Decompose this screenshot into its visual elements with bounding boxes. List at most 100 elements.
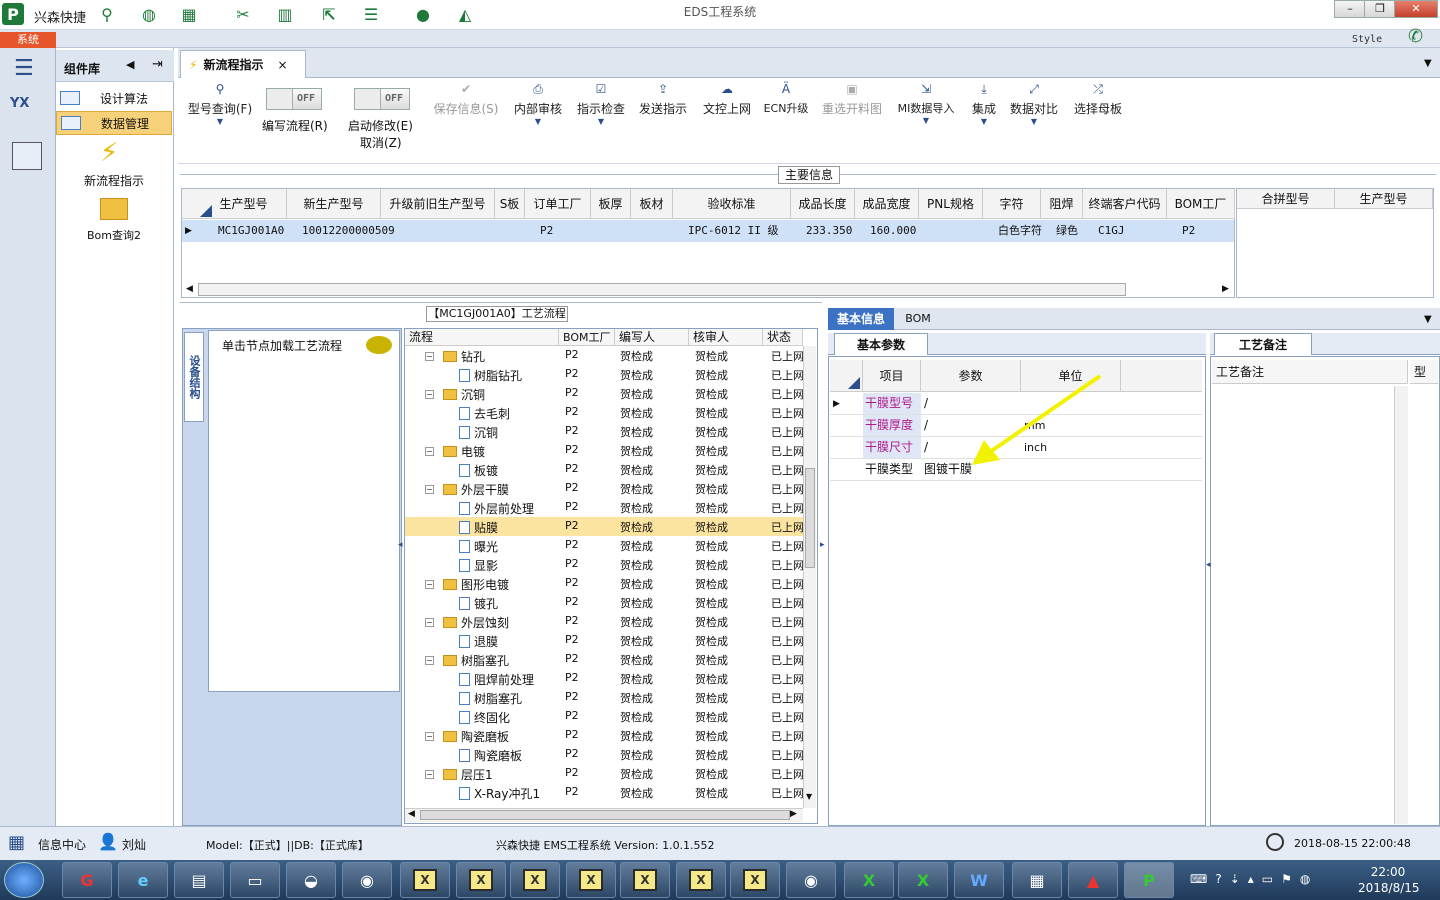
tab-process-memo[interactable]: 工艺备注 [1214,333,1312,355]
internal-review-button[interactable]: ⎙ 内部审核 ▼ [510,82,566,135]
splitter-handle[interactable]: ◂ [1206,560,1211,570]
calculator-icon[interactable]: ▦ [1012,862,1062,898]
network-icon[interactable]: ◉ [342,862,392,898]
tree-node[interactable]: 电镀 [443,443,485,460]
tree-node[interactable]: 沉铜 [443,386,485,403]
bom-query-label[interactable]: Bom查询2 [56,227,172,243]
integrate-button[interactable]: ⤓ 集成 ▼ [968,82,1000,135]
tree-node[interactable]: 贴膜 [459,519,498,536]
eds-app-icon[interactable]: P [1124,862,1174,898]
vertical-scrollbar[interactable] [1394,386,1408,824]
tree-row[interactable]: − 图形电镀 P2 贺检成 贺检成 已上网 [405,574,803,593]
scroll-left-icon[interactable]: ◀ [408,809,415,819]
collapse-icon[interactable]: − [425,732,434,741]
tab-dropdown-icon[interactable]: ▼ [1424,314,1432,325]
info-center-link[interactable]: 信息中心 [38,836,86,853]
window-x-icon[interactable]: X [400,862,450,898]
column-header[interactable]: 升级前旧生产型号 [381,189,495,219]
tree-row[interactable]: 外层前处理 P2 贺检成 贺检成 已上网 [405,498,803,517]
tree-row[interactable]: − 沉铜 P2 贺检成 贺检成 已上网 [405,384,803,403]
system-tab[interactable]: 系统 [0,32,56,48]
tree-row[interactable]: 去毛刺 P2 贺检成 贺检成 已上网 [405,403,803,422]
column-header[interactable]: 流程 [405,329,559,346]
vertical-scrollbar[interactable] [803,346,816,808]
window-x-icon[interactable]: X [566,862,616,898]
lib-item-design-algorithm[interactable]: 设计算法 [56,86,172,110]
send-instruction-button[interactable]: ⇪ 发送指示 [636,82,690,117]
column-header[interactable]: S板 [495,189,525,219]
collapse-icon[interactable]: − [425,352,434,361]
tree-node[interactable]: 曝光 [459,538,498,555]
tree-row[interactable]: X-Ray冲孔1 P2 贺检成 贺检成 已上网 [405,783,803,802]
window-x-icon[interactable]: X [676,862,726,898]
model-query-button[interactable]: ⚲ 型号查询(F) ▼ [184,82,256,135]
tree-node[interactable]: 阻焊前处理 [459,671,534,688]
taskbar-app-icon[interactable]: G [62,862,112,898]
collapse-icon[interactable]: − [425,485,434,494]
column-header[interactable]: 成品长度 [791,189,855,219]
tree-node[interactable]: X-Ray冲孔1 [459,785,540,802]
collapse-icon[interactable]: − [425,618,434,627]
column-header[interactable]: 核审人 [689,329,763,346]
instruction-check-button[interactable]: ☑ 指示检查 ▼ [574,82,628,135]
windows-grid-icon[interactable]: ▦ [8,832,25,853]
edit-toggle[interactable]: OFF [354,88,410,110]
tab-bom[interactable]: BOM [898,308,938,330]
column-header[interactable]: 状态 [763,329,803,346]
scroll-right-icon[interactable]: ▶ [1222,284,1229,294]
collapse-left-icon[interactable]: ◀ [126,58,134,71]
save-info-button[interactable]: ✔ 保存信息(S) [430,82,502,117]
tab-equipment-structure[interactable]: 设备结构 [184,332,204,422]
scroll-down-icon[interactable]: ▼ [806,792,812,801]
tray-icons[interactable]: ⌨?⇣▴▭⚑◍ [1190,872,1318,886]
column-header[interactable]: PNL规格 [919,189,983,219]
mi-data-import-button[interactable]: ⇲ MI数据导入 ▼ [894,82,958,134]
tree-row[interactable]: 贴膜 P2 贺检成 贺检成 已上网 [405,517,803,536]
column-header[interactable]: 订单工厂 [525,189,591,219]
tree-node[interactable]: 图形电镀 [443,576,509,593]
column-header[interactable]: BOM工厂 [1167,189,1235,219]
tab-dropdown-icon[interactable]: ▼ [1424,58,1432,69]
column-header[interactable]: 工艺备注 [1212,360,1408,384]
tab-basic-info[interactable]: 基本信息 [828,308,894,330]
scroll-thumb[interactable] [805,468,815,568]
column-header[interactable]: 型 [1410,360,1438,384]
tree-row[interactable]: 曝光 P2 贺检成 贺检成 已上网 [405,536,803,555]
column-header[interactable]: 合拼型号 [1237,189,1335,209]
column-header[interactable]: 字符 [983,189,1041,219]
start-button[interactable] [4,862,44,898]
collapse-icon[interactable]: − [425,447,434,456]
acrobat-icon[interactable]: ▲ [1068,862,1118,898]
select-motherboard-button[interactable]: ⤮ 选择母板 [1072,82,1124,117]
tree-node[interactable]: 钻孔 [443,348,485,365]
column-header[interactable]: 阻焊 [1041,189,1083,219]
collapse-icon[interactable]: − [425,390,434,399]
write-flow-toggle[interactable]: OFF [266,88,322,110]
column-header[interactable]: 生产型号 [201,189,287,219]
collapse-icon[interactable]: − [425,770,434,779]
tree-row[interactable]: − 电镀 P2 贺检成 贺检成 已上网 [405,441,803,460]
tree-node[interactable]: 外层蚀刻 [443,614,509,631]
word-icon[interactable]: W [954,862,1004,898]
tree-node[interactable]: 树脂塞孔 [443,652,509,669]
tree-row[interactable]: − 陶瓷磨板 P2 贺检成 贺检成 已上网 [405,726,803,745]
tab-new-flow[interactable]: ⚡ 新流程指示 × [180,50,306,78]
browser-icon[interactable]: e [118,862,168,898]
tree-node[interactable]: 树脂钻孔 [459,367,522,384]
window-x-icon[interactable]: X [730,862,780,898]
data-compare-button[interactable]: ⤢ 数据对比 ▼ [1008,82,1060,135]
column-header[interactable]: 终端客户代码 [1083,189,1167,219]
excel-icon[interactable]: X [844,862,894,898]
new-flow-label[interactable]: 新流程指示 [56,172,172,189]
phone-icon[interactable]: ✆ [1408,26,1423,47]
scroll-right-icon[interactable]: ▶ [790,809,797,819]
horizontal-scrollbar[interactable] [198,283,1126,296]
tree-row[interactable]: 树脂塞孔 P2 贺检成 贺检成 已上网 [405,688,803,707]
style-dropdown[interactable]: Style [1352,34,1382,45]
tree-node[interactable]: 终固化 [459,709,510,726]
window-x-icon[interactable]: X [510,862,560,898]
tree-node[interactable]: 树脂塞孔 [459,690,522,707]
window-x-icon[interactable]: X [620,862,670,898]
tree-node[interactable]: 板镀 [459,462,498,479]
column-header[interactable]: 生产型号 [1335,189,1433,209]
